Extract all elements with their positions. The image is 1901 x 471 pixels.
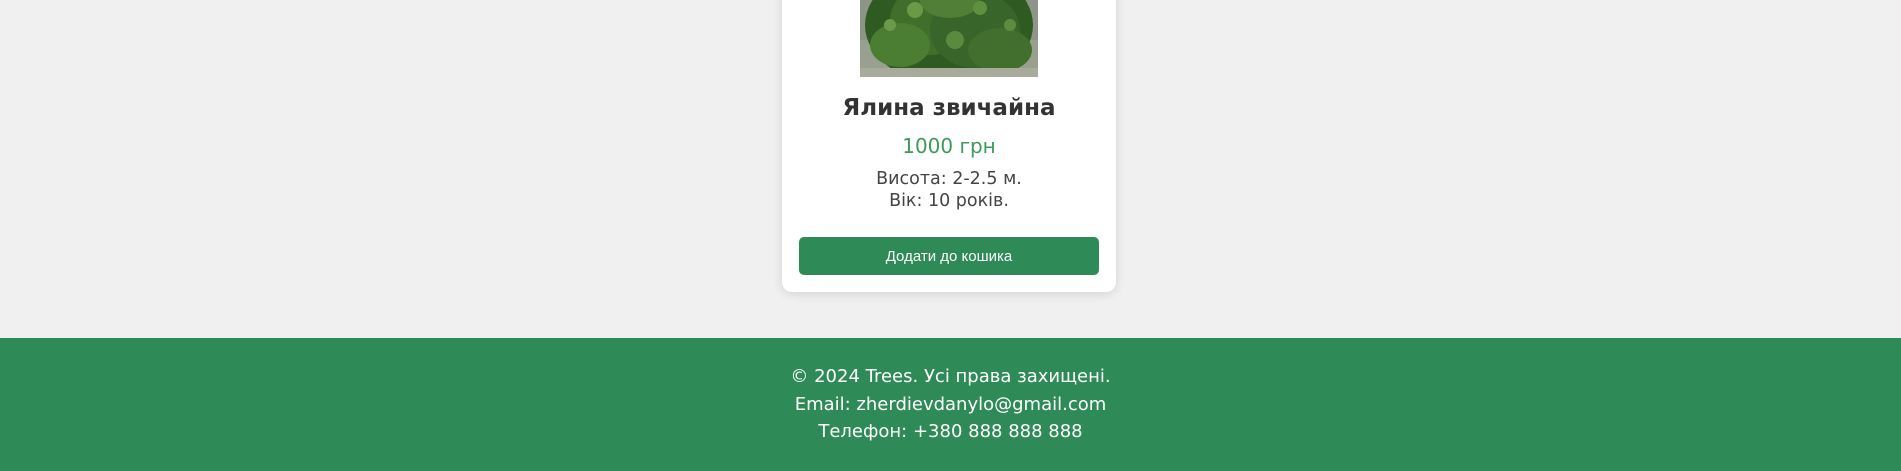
- footer-email: Email: zherdievdanylo@gmail.com: [794, 394, 1107, 415]
- product-image: [860, 0, 1038, 77]
- product-height: Висота: 2-2.5 м.: [876, 169, 1022, 189]
- footer-phone: Телефон: +380 888 888 888: [818, 421, 1083, 442]
- product-name: Ялина звичайна: [842, 95, 1056, 121]
- spruce-tree-photo-icon: [860, 0, 1038, 77]
- footer-copyright: © 2024 Trees. Усі права захищені.: [790, 366, 1111, 387]
- add-to-cart-button[interactable]: Додати до кошика: [799, 237, 1099, 275]
- product-age: Вік: 10 років.: [889, 191, 1009, 211]
- product-section: Ялина звичайна 1000 грн Висота: 2-2.5 м.…: [0, 0, 1901, 338]
- product-price: 1000 грн: [902, 134, 996, 158]
- page: Ялина звичайна 1000 грн Висота: 2-2.5 м.…: [0, 0, 1901, 471]
- product-card: Ялина звичайна 1000 грн Висота: 2-2.5 м.…: [782, 0, 1116, 292]
- footer: © 2024 Trees. Усі права захищені. Email:…: [0, 338, 1901, 471]
